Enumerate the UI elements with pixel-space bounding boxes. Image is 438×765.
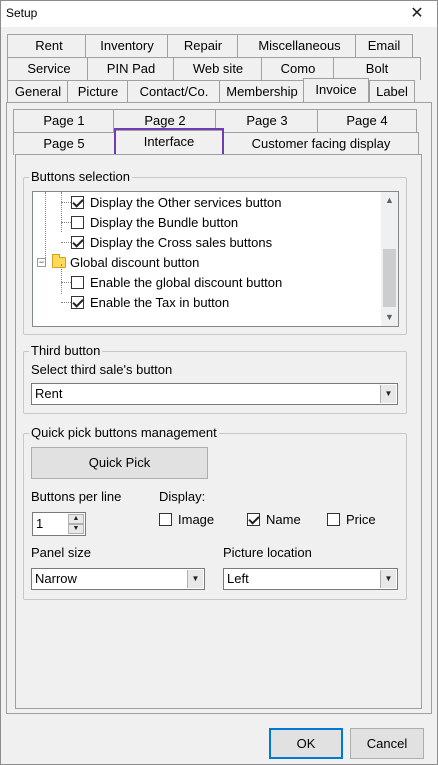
tree-line xyxy=(45,192,46,264)
buttons-per-line-value: 1 xyxy=(36,516,44,531)
stepper-up-icon[interactable]: ▲ xyxy=(68,514,84,524)
panel-size-label: Panel size xyxy=(31,545,91,560)
panel-size-value: Narrow xyxy=(35,571,77,586)
tab-repair[interactable]: Repair xyxy=(167,34,239,57)
tab-pin-pad[interactable]: PIN Pad xyxy=(87,57,175,80)
tab-como[interactable]: Como xyxy=(261,57,335,80)
subtab-page-2[interactable]: Page 2 xyxy=(113,109,217,132)
close-icon[interactable]: ✕ xyxy=(397,1,437,27)
tab-rent[interactable]: Rent xyxy=(7,34,91,57)
buttons-selection-title: Buttons selection xyxy=(29,169,133,184)
checkbox-enable-global-discount[interactable] xyxy=(71,276,84,289)
tab-picture[interactable]: Picture xyxy=(67,80,129,103)
tree-item-cross-sales[interactable]: Display the Cross sales buttons xyxy=(71,233,272,253)
ok-button[interactable]: OK xyxy=(269,728,343,759)
display-name-option[interactable]: Name xyxy=(247,512,301,527)
tree-line xyxy=(61,242,71,243)
tree-item-label: Global discount button xyxy=(70,255,200,270)
tab-label[interactable]: Label xyxy=(369,80,415,103)
tree-line xyxy=(61,282,71,283)
checkbox-enable-tax-in[interactable] xyxy=(71,296,84,309)
tab-email[interactable]: Email xyxy=(355,34,413,57)
picture-location-value: Left xyxy=(227,571,249,586)
chevron-down-icon[interactable]: ▼ xyxy=(380,570,396,588)
checkbox-image[interactable] xyxy=(159,513,172,526)
scroll-thumb[interactable] xyxy=(383,249,396,307)
display-label: Display: xyxy=(159,489,206,504)
third-sale-button-select[interactable]: Rent ▼ xyxy=(31,383,398,405)
chevron-down-icon[interactable]: ▼ xyxy=(187,570,203,588)
subtab-interface[interactable]: Interface xyxy=(115,130,223,155)
tab-invoice[interactable]: Invoice xyxy=(303,78,369,103)
tab-general[interactable]: General xyxy=(7,80,69,103)
tree-scrollbar[interactable]: ▲ ▼ xyxy=(381,192,398,326)
tab-inventory[interactable]: Inventory xyxy=(85,34,169,57)
tree-line xyxy=(61,202,71,203)
subtab-page-4[interactable]: Page 4 xyxy=(317,109,417,132)
option-label: Price xyxy=(346,512,376,527)
display-price-option[interactable]: Price xyxy=(327,512,376,527)
option-label: Image xyxy=(178,512,215,527)
cancel-button[interactable]: Cancel xyxy=(350,728,424,759)
tree-item-label: Display the Bundle button xyxy=(90,215,239,230)
checkbox-other-services[interactable] xyxy=(71,196,84,209)
tab-bolt[interactable]: Bolt xyxy=(333,57,421,80)
window-title: Setup xyxy=(6,6,38,20)
tree-item-global-discount-folder[interactable]: Global discount button xyxy=(52,253,199,273)
tree-item-enable-tax-in[interactable]: Enable the Tax in button xyxy=(71,293,229,313)
chevron-down-icon[interactable]: ▼ xyxy=(380,385,396,403)
checkbox-name[interactable] xyxy=(247,513,260,526)
third-sale-button-value: Rent xyxy=(35,386,63,401)
subtab-page-1[interactable]: Page 1 xyxy=(13,109,115,132)
picture-location-select[interactable]: Left ▼ xyxy=(223,568,398,590)
tree-item-bundle[interactable]: Display the Bundle button xyxy=(71,213,238,233)
title-bar: Setup ✕ xyxy=(1,1,437,27)
buttons-per-line-label: Buttons per line xyxy=(31,489,122,504)
collapse-icon[interactable]: − xyxy=(37,258,46,267)
third-button-title: Third button xyxy=(29,343,103,358)
folder-icon xyxy=(52,254,66,268)
tab-membership[interactable]: Membership xyxy=(219,80,305,103)
subtab-page-3[interactable]: Page 3 xyxy=(215,109,319,132)
quick-pick-title: Quick pick buttons management xyxy=(29,425,219,440)
tree-item-label: Enable the Tax in button xyxy=(90,295,230,310)
display-image-option[interactable]: Image xyxy=(159,512,214,527)
subtab-page-5[interactable]: Page 5 xyxy=(13,132,115,155)
tree-line xyxy=(61,222,71,223)
scroll-up-icon[interactable]: ▲ xyxy=(381,192,398,209)
tree-item-label: Enable the global discount button xyxy=(90,275,283,290)
quick-pick-button[interactable]: Quick Pick xyxy=(31,447,208,479)
buttons-per-line-stepper[interactable]: 1 ▲ ▼ xyxy=(32,512,86,536)
buttons-tree[interactable]: Display the Other services button Displa… xyxy=(32,191,399,327)
panel-size-select[interactable]: Narrow ▼ xyxy=(31,568,205,590)
option-label: Name xyxy=(266,512,301,527)
tree-line xyxy=(61,264,62,294)
tree-item-label: Display the Other services button xyxy=(90,195,282,210)
tree-item-label: Display the Cross sales buttons xyxy=(90,235,273,250)
scroll-down-icon[interactable]: ▼ xyxy=(381,309,398,326)
tree-line xyxy=(61,192,62,232)
checkbox-price[interactable] xyxy=(327,513,340,526)
tab-web-site[interactable]: Web site xyxy=(173,57,263,80)
tab-miscellaneous[interactable]: Miscellaneous xyxy=(237,34,362,57)
tree-line xyxy=(61,302,71,303)
tab-contact[interactable]: Contact/Co. xyxy=(127,80,221,103)
checkbox-bundle[interactable] xyxy=(71,216,84,229)
tab-service[interactable]: Service xyxy=(7,57,91,80)
picture-location-label: Picture location xyxy=(223,545,312,560)
checkbox-cross-sales[interactable] xyxy=(71,236,84,249)
subtab-customer-facing-display[interactable]: Customer facing display xyxy=(223,132,419,155)
setup-window: Setup ✕ Rent Inventory Repair Miscellane… xyxy=(0,0,438,765)
tree-item-enable-global-discount[interactable]: Enable the global discount button xyxy=(71,273,282,293)
select-third-sale-label: Select third sale's button xyxy=(31,362,173,377)
tree-item-other-services[interactable]: Display the Other services button xyxy=(71,193,281,213)
stepper-down-icon[interactable]: ▼ xyxy=(68,524,84,534)
